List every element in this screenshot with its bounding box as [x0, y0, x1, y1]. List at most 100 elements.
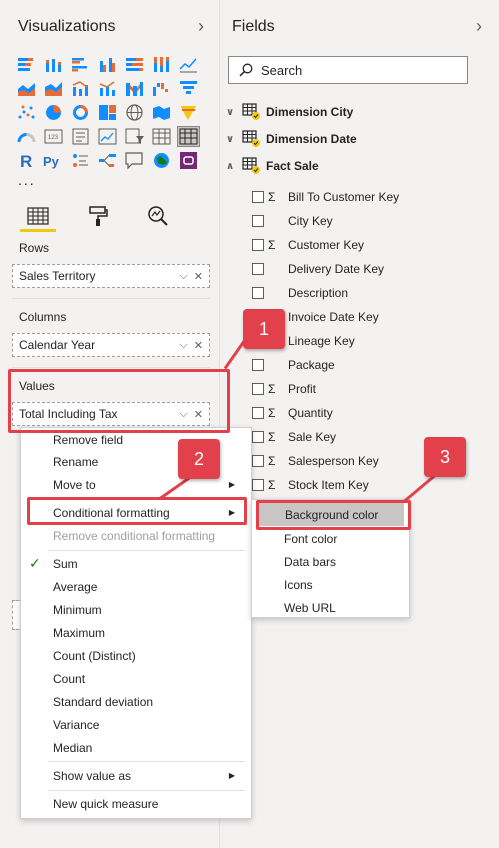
- aggregation-maximum-item[interactable]: Maximum: [21, 621, 251, 644]
- field-row[interactable]: Σ Quantity: [252, 403, 333, 423]
- sigma-icon: Σ: [268, 478, 276, 492]
- field-checkbox[interactable]: [252, 239, 264, 251]
- field-row[interactable]: Delivery Date Key: [252, 259, 384, 279]
- field-name: Quantity: [288, 406, 333, 420]
- tab-fields-well[interactable]: [18, 200, 58, 232]
- field-name: Bill To Customer Key: [288, 190, 400, 204]
- map-icon[interactable]: [124, 103, 145, 122]
- aggregation-std-dev-item[interactable]: Standard deviation: [21, 690, 251, 713]
- stacked-column-chart-icon[interactable]: [43, 55, 64, 74]
- card-icon[interactable]: 123: [43, 127, 64, 146]
- filled-map-icon[interactable]: [151, 103, 172, 122]
- field-checkbox[interactable]: [252, 455, 264, 467]
- chevron-down-icon[interactable]: ⌵: [179, 270, 187, 283]
- tab-format[interactable]: [78, 200, 118, 232]
- chevron-up-icon[interactable]: ∧: [226, 161, 242, 172]
- field-checkbox[interactable]: [252, 431, 264, 443]
- funnel-chart-icon[interactable]: [178, 79, 199, 98]
- table-icon: [242, 157, 262, 175]
- remove-field-x-icon[interactable]: ✕: [194, 339, 203, 352]
- field-checkbox[interactable]: [252, 215, 264, 227]
- table-fact-sale[interactable]: ∧ Fact Sale: [226, 156, 319, 176]
- aggregation-average-item[interactable]: Average: [21, 575, 251, 598]
- qa-visual-icon[interactable]: [124, 151, 145, 170]
- tab-analytics[interactable]: [138, 200, 178, 232]
- field-checkbox[interactable]: [252, 287, 264, 299]
- aggregation-variance-item[interactable]: Variance: [21, 713, 251, 736]
- gauge-icon[interactable]: [16, 127, 37, 146]
- field-row[interactable]: Description: [252, 283, 348, 303]
- field-row[interactable]: Σ Customer Key: [252, 235, 364, 255]
- stacked-area-chart-icon[interactable]: [43, 79, 64, 98]
- columns-well-field[interactable]: Calendar Year ⌵ ✕: [12, 333, 210, 357]
- field-checkbox[interactable]: [252, 383, 264, 395]
- field-row[interactable]: Σ Stock Item Key: [252, 475, 369, 495]
- data-bars-menu-item[interactable]: Data bars: [252, 550, 409, 573]
- 100-stacked-bar-chart-icon[interactable]: [124, 55, 145, 74]
- line-chart-icon[interactable]: [178, 55, 199, 74]
- field-row[interactable]: Σ Sale Key: [252, 427, 336, 447]
- field-row[interactable]: Σ Bill To Customer Key: [252, 187, 399, 207]
- clustered-column-chart-icon[interactable]: [97, 55, 118, 74]
- area-chart-icon[interactable]: [16, 79, 37, 98]
- field-checkbox[interactable]: [252, 359, 264, 371]
- well-divider: [12, 298, 210, 299]
- aggregation-sum-item[interactable]: ✓ Sum: [21, 552, 251, 575]
- chevron-down-icon[interactable]: ∨: [226, 134, 242, 145]
- python-visual-icon[interactable]: Py: [43, 151, 64, 170]
- line-and-stacked-column-chart-icon[interactable]: [70, 79, 91, 98]
- ribbon-chart-icon[interactable]: [124, 79, 145, 98]
- field-row[interactable]: City Key: [252, 211, 333, 231]
- clustered-bar-chart-icon[interactable]: [70, 55, 91, 74]
- decomposition-tree-icon[interactable]: [97, 151, 118, 170]
- sigma-icon: Σ: [268, 406, 276, 420]
- field-checkbox[interactable]: [252, 407, 264, 419]
- show-value-as-menu-item[interactable]: Show value as ▶: [21, 764, 251, 787]
- table-dimension-city[interactable]: ∨ Dimension City: [226, 102, 353, 122]
- arcgis-map-icon[interactable]: [151, 151, 172, 170]
- font-color-menu-item[interactable]: Font color: [252, 527, 409, 550]
- waterfall-chart-icon[interactable]: [151, 79, 172, 98]
- field-checkbox[interactable]: [252, 479, 264, 491]
- aggregation-count-item[interactable]: Count: [21, 667, 251, 690]
- field-row[interactable]: Σ Salesperson Key: [252, 451, 379, 471]
- key-influencers-icon[interactable]: [70, 151, 91, 170]
- stacked-bar-chart-icon[interactable]: [16, 55, 37, 74]
- collapse-visualizations-chevron-icon[interactable]: ›: [198, 16, 204, 37]
- web-url-menu-item[interactable]: Web URL: [252, 596, 409, 619]
- menu-separator: [49, 790, 245, 791]
- remove-field-x-icon[interactable]: ✕: [194, 270, 203, 283]
- slicer-icon[interactable]: [124, 127, 145, 146]
- scatter-chart-icon[interactable]: [16, 103, 37, 122]
- treemap-icon[interactable]: [97, 103, 118, 122]
- table-icon[interactable]: [151, 127, 172, 146]
- donut-chart-icon[interactable]: [70, 103, 91, 122]
- kpi-icon[interactable]: [97, 127, 118, 146]
- fields-search-box[interactable]: [228, 56, 468, 84]
- shape-map-icon[interactable]: [178, 103, 199, 122]
- new-quick-measure-menu-item[interactable]: New quick measure: [21, 792, 251, 815]
- rows-well-field[interactable]: Sales Territory ⌵ ✕: [12, 264, 210, 288]
- chevron-down-icon[interactable]: ∨: [226, 107, 242, 118]
- aggregation-median-item[interactable]: Median: [21, 736, 251, 759]
- pie-chart-icon[interactable]: [43, 103, 64, 122]
- multi-row-card-icon[interactable]: [70, 127, 91, 146]
- field-checkbox[interactable]: [252, 191, 264, 203]
- search-input[interactable]: [261, 62, 451, 78]
- chevron-down-icon[interactable]: ⌵: [179, 339, 187, 352]
- power-apps-visual-icon[interactable]: [178, 151, 199, 170]
- line-and-clustered-column-chart-icon[interactable]: [97, 79, 118, 98]
- field-row[interactable]: Package: [252, 355, 335, 375]
- table-dimension-date[interactable]: ∨ Dimension Date: [226, 129, 357, 149]
- field-row[interactable]: Σ Profit: [252, 379, 316, 399]
- more-visuals-button[interactable]: ...: [18, 172, 36, 188]
- collapse-fields-chevron-icon[interactable]: ›: [476, 16, 482, 37]
- r-script-visual-icon[interactable]: R: [16, 151, 37, 170]
- aggregation-count-distinct-item[interactable]: Count (Distinct): [21, 644, 251, 667]
- icons-menu-item[interactable]: Icons: [252, 573, 409, 596]
- matrix-icon[interactable]: [177, 126, 200, 147]
- 100-stacked-column-chart-icon[interactable]: [151, 55, 172, 74]
- aggregation-label: Sum: [53, 556, 78, 571]
- field-checkbox[interactable]: [252, 263, 264, 275]
- aggregation-minimum-item[interactable]: Minimum: [21, 598, 251, 621]
